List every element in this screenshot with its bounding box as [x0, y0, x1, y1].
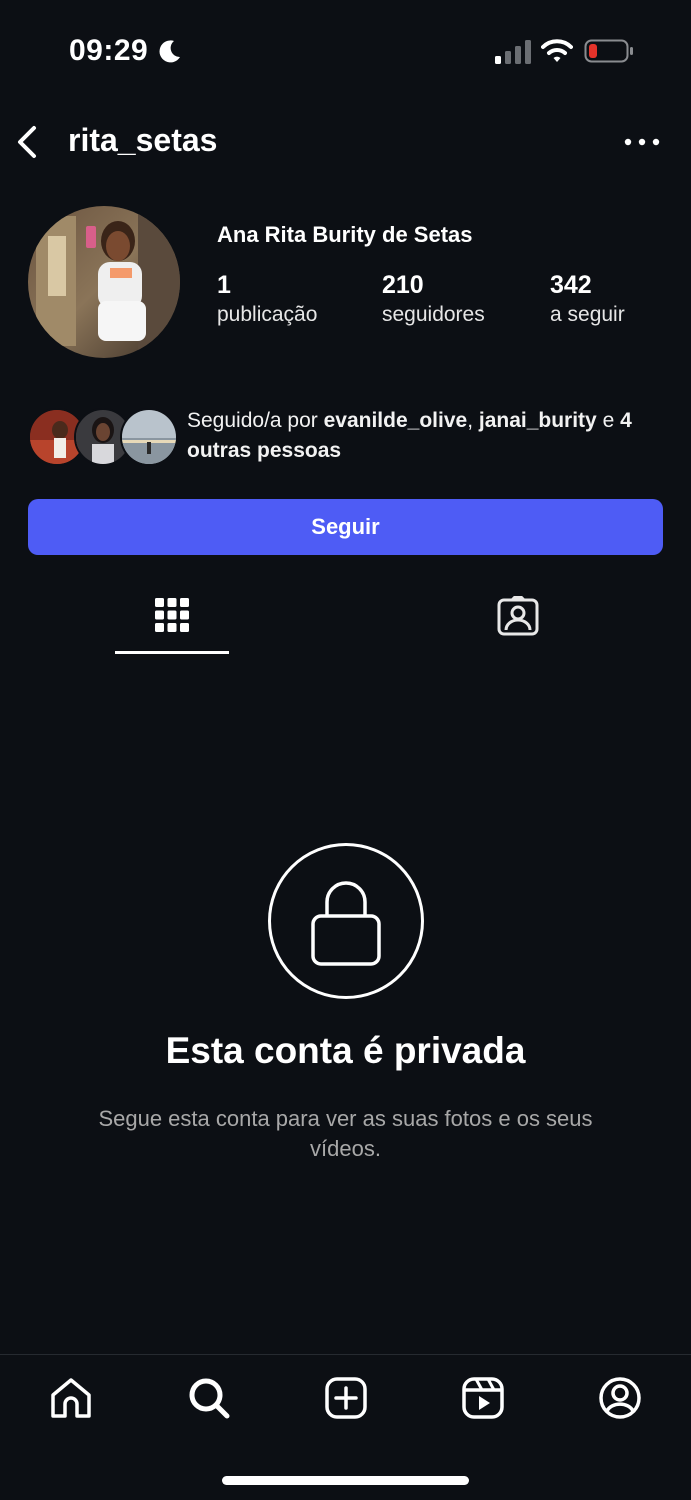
- profile-icon[interactable]: [597, 1375, 643, 1421]
- stat-following-label: a seguir: [550, 303, 625, 326]
- back-chevron-icon[interactable]: [10, 122, 46, 162]
- follow-button[interactable]: Seguir: [28, 499, 663, 555]
- stat-following[interactable]: 342 a seguir: [550, 270, 625, 330]
- lock-icon: [311, 881, 381, 966]
- battery-low-icon: [584, 39, 633, 63]
- private-account-subtitle: Segue esta conta para ver as suas fotos …: [98, 1106, 593, 1161]
- status-time: 09:29: [69, 34, 149, 67]
- followed-by-user-2[interactable]: janai_burity: [479, 409, 597, 432]
- stat-posts-label: publicação: [217, 303, 318, 326]
- followed-by-separator: ,: [467, 409, 479, 432]
- search-icon[interactable]: [186, 1375, 232, 1421]
- followed-by-conjunction: e: [596, 409, 621, 432]
- home-indicator[interactable]: [222, 1476, 469, 1485]
- home-icon[interactable]: [48, 1375, 94, 1421]
- cellular-signal-icon: [495, 40, 531, 64]
- stat-posts-value: 1: [217, 271, 231, 299]
- create-icon[interactable]: [323, 1375, 369, 1421]
- avatar-photo: [28, 206, 180, 358]
- followed-by-user-1[interactable]: evanilde_olive: [324, 409, 468, 432]
- more-options-icon[interactable]: [620, 130, 664, 154]
- mutual-avatar: [120, 408, 178, 466]
- profile-avatar[interactable]: [28, 206, 180, 358]
- mutual-followers[interactable]: Seguido/a por evanilde_olive, janai_buri…: [28, 406, 678, 468]
- header-username: rita_setas: [68, 122, 218, 158]
- stat-posts[interactable]: 1 publicação: [217, 270, 317, 330]
- stat-followers-value: 210: [382, 271, 424, 299]
- profile-header: rita_setas: [0, 110, 691, 180]
- tab-posts-grid[interactable]: [115, 580, 229, 654]
- followed-by-text: Seguido/a por evanilde_olive, janai_buri…: [187, 406, 677, 466]
- moon-icon: [159, 40, 180, 63]
- status-bar: 09:29: [0, 0, 691, 100]
- lock-circle: [268, 843, 424, 999]
- followed-by-prefix: Seguido/a por: [187, 409, 324, 432]
- profile-full-name: Ana Rita Burity de Setas: [217, 222, 473, 247]
- grid-icon: [155, 598, 189, 632]
- tab-tagged[interactable]: [460, 580, 574, 654]
- private-account-title: Esta conta é privada: [165, 1030, 526, 1071]
- profile-screen: 09:29 rita_setas Ana Rita Burity de Seta…: [0, 0, 691, 1500]
- reels-icon[interactable]: [460, 1375, 506, 1421]
- active-tab-underline: [115, 651, 229, 654]
- wifi-icon: [541, 39, 573, 62]
- stat-followers-label: seguidores: [382, 303, 485, 326]
- tagged-person-icon: [497, 596, 539, 636]
- stat-following-value: 342: [550, 271, 592, 299]
- stat-followers[interactable]: 210 seguidores: [382, 270, 485, 330]
